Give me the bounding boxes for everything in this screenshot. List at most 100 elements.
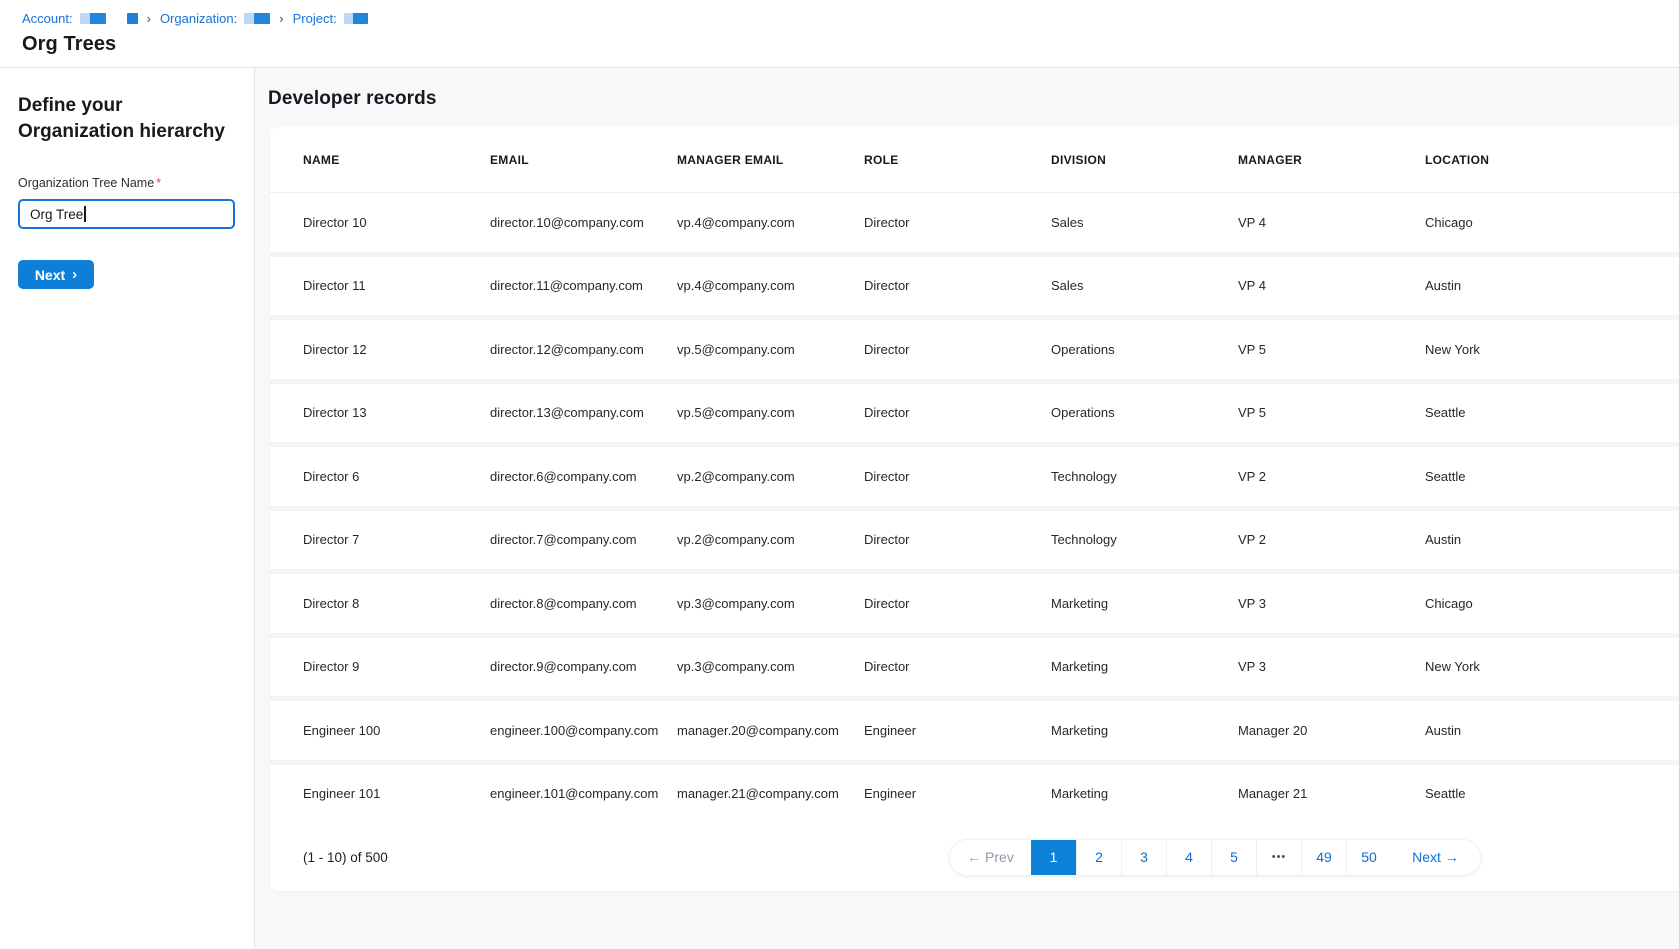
cell-role: Director — [864, 596, 1051, 611]
cell-manager: VP 5 — [1238, 405, 1425, 420]
cell-division: Technology — [1051, 532, 1238, 547]
cell-email: engineer.100@company.com — [490, 723, 677, 738]
table-row[interactable]: Director 7 director.7@company.com vp.2@c… — [270, 511, 1679, 570]
cell-email: director.7@company.com — [490, 532, 677, 547]
cell-role: Director — [864, 278, 1051, 293]
sidebar-heading-line2: Organization hierarchy — [18, 121, 225, 142]
cell-email: director.13@company.com — [490, 405, 677, 420]
cell-role: Engineer — [864, 723, 1051, 738]
cell-manager: Manager 21 — [1238, 786, 1425, 801]
pagination-ellipsis[interactable]: ••• — [1256, 840, 1301, 875]
cell-location: Seattle — [1425, 786, 1612, 801]
cell-location: Austin — [1425, 278, 1612, 293]
breadcrumb-account-link[interactable]: Account: — [22, 11, 73, 26]
cell-manager-email: vp.2@company.com — [677, 532, 864, 547]
cell-email: director.10@company.com — [490, 215, 677, 230]
pagination-range: (1 - 10) of 500 — [303, 850, 388, 865]
cell-manager: VP 4 — [1238, 215, 1425, 230]
cell-division: Sales — [1051, 278, 1238, 293]
section-heading: Developer records — [268, 88, 1679, 110]
pagination-page-4[interactable]: 4 — [1166, 840, 1211, 875]
pagination-next-button[interactable]: Next → — [1391, 840, 1480, 875]
table-row[interactable]: Director 10 director.10@company.com vp.4… — [270, 193, 1679, 252]
sidebar: Define your Organization hierarchy Organ… — [0, 68, 255, 949]
table-footer: (1 - 10) of 500 ← Prev 12345•••4950 Next… — [270, 823, 1679, 891]
column-header: ROLE — [864, 153, 1051, 167]
cell-name: Director 8 — [303, 596, 490, 611]
table-row[interactable]: Engineer 100 engineer.100@company.com ma… — [270, 701, 1679, 760]
table-row[interactable]: Director 12 director.12@company.com vp.5… — [270, 320, 1679, 379]
cell-email: director.6@company.com — [490, 469, 677, 484]
cell-email: engineer.101@company.com — [490, 786, 677, 801]
cell-manager-email: vp.5@company.com — [677, 342, 864, 357]
pagination-pages: 12345•••4950 — [1031, 840, 1391, 875]
cell-manager-email: vp.2@company.com — [677, 469, 864, 484]
cell-role: Director — [864, 405, 1051, 420]
cell-name: Director 6 — [303, 469, 490, 484]
cell-name: Engineer 100 — [303, 723, 490, 738]
page-title: Org Trees — [22, 33, 1679, 56]
cell-manager: VP 4 — [1238, 278, 1425, 293]
tree-name-label: Organization Tree Name* — [18, 176, 236, 190]
cell-name: Director 10 — [303, 215, 490, 230]
cell-division: Marketing — [1051, 723, 1238, 738]
sidebar-heading: Define your Organization hierarchy — [18, 93, 236, 145]
cell-location: Seattle — [1425, 405, 1612, 420]
cell-location: New York — [1425, 659, 1612, 674]
cell-name: Director 9 — [303, 659, 490, 674]
tree-name-input[interactable]: Org Tree — [18, 199, 235, 229]
pagination-page-50[interactable]: 50 — [1346, 840, 1391, 875]
cell-email: director.9@company.com — [490, 659, 677, 674]
cell-name: Engineer 101 — [303, 786, 490, 801]
column-header: MANAGER — [1238, 153, 1425, 167]
cell-email: director.11@company.com — [490, 278, 677, 293]
table-header-row: NAMEEMAILMANAGER EMAILROLEDIVISIONMANAGE… — [270, 127, 1679, 193]
column-header: NAME — [303, 153, 490, 167]
next-button-label: Next — [35, 267, 65, 283]
cell-manager-email: vp.3@company.com — [677, 659, 864, 674]
pagination-page-49[interactable]: 49 — [1301, 840, 1346, 875]
cell-division: Marketing — [1051, 659, 1238, 674]
pagination-page-3[interactable]: 3 — [1121, 840, 1166, 875]
cell-name: Director 13 — [303, 405, 490, 420]
tree-name-label-text: Organization Tree Name — [18, 176, 154, 190]
breadcrumb-project-link[interactable]: Project: — [293, 11, 337, 26]
breadcrumb-organization-link[interactable]: Organization: — [160, 11, 237, 26]
cell-manager: VP 3 — [1238, 596, 1425, 611]
table-row[interactable]: Engineer 101 engineer.101@company.com ma… — [270, 765, 1679, 824]
text-cursor — [84, 206, 86, 222]
pagination-page-2[interactable]: 2 — [1076, 840, 1121, 875]
pagination-page-1[interactable]: 1 — [1031, 840, 1076, 875]
cell-division: Sales — [1051, 215, 1238, 230]
cell-location: Austin — [1425, 723, 1612, 738]
cell-division: Operations — [1051, 405, 1238, 420]
cell-manager: VP 2 — [1238, 469, 1425, 484]
cell-manager-email: vp.3@company.com — [677, 596, 864, 611]
redacted-organization-value — [244, 13, 270, 24]
column-header: LOCATION — [1425, 153, 1612, 167]
pagination-prev-button[interactable]: ← Prev — [950, 840, 1031, 875]
cell-role: Director — [864, 469, 1051, 484]
cell-manager: Manager 20 — [1238, 723, 1425, 738]
column-header: MANAGER EMAIL — [677, 153, 864, 167]
required-asterisk: * — [156, 176, 161, 190]
next-button[interactable]: Next › — [18, 260, 94, 289]
cell-role: Director — [864, 659, 1051, 674]
pagination-page-5[interactable]: 5 — [1211, 840, 1256, 875]
table-row[interactable]: Director 13 director.13@company.com vp.5… — [270, 384, 1679, 443]
table-row[interactable]: Director 8 director.8@company.com vp.3@c… — [270, 574, 1679, 633]
chevron-right-icon: › — [72, 267, 77, 282]
cell-email: director.12@company.com — [490, 342, 677, 357]
top-header: Account: › Organization: › Project: Org … — [0, 0, 1679, 68]
table-row[interactable]: Director 6 director.6@company.com vp.2@c… — [270, 447, 1679, 506]
cell-division: Marketing — [1051, 786, 1238, 801]
table-row[interactable]: Director 9 director.9@company.com vp.3@c… — [270, 638, 1679, 697]
cell-division: Technology — [1051, 469, 1238, 484]
cell-manager-email: manager.20@company.com — [677, 723, 864, 738]
cell-manager: VP 2 — [1238, 532, 1425, 547]
cell-role: Director — [864, 532, 1051, 547]
cell-manager: VP 3 — [1238, 659, 1425, 674]
cell-role: Engineer — [864, 786, 1051, 801]
table-row[interactable]: Director 11 director.11@company.com vp.4… — [270, 257, 1679, 316]
cell-location: New York — [1425, 342, 1612, 357]
